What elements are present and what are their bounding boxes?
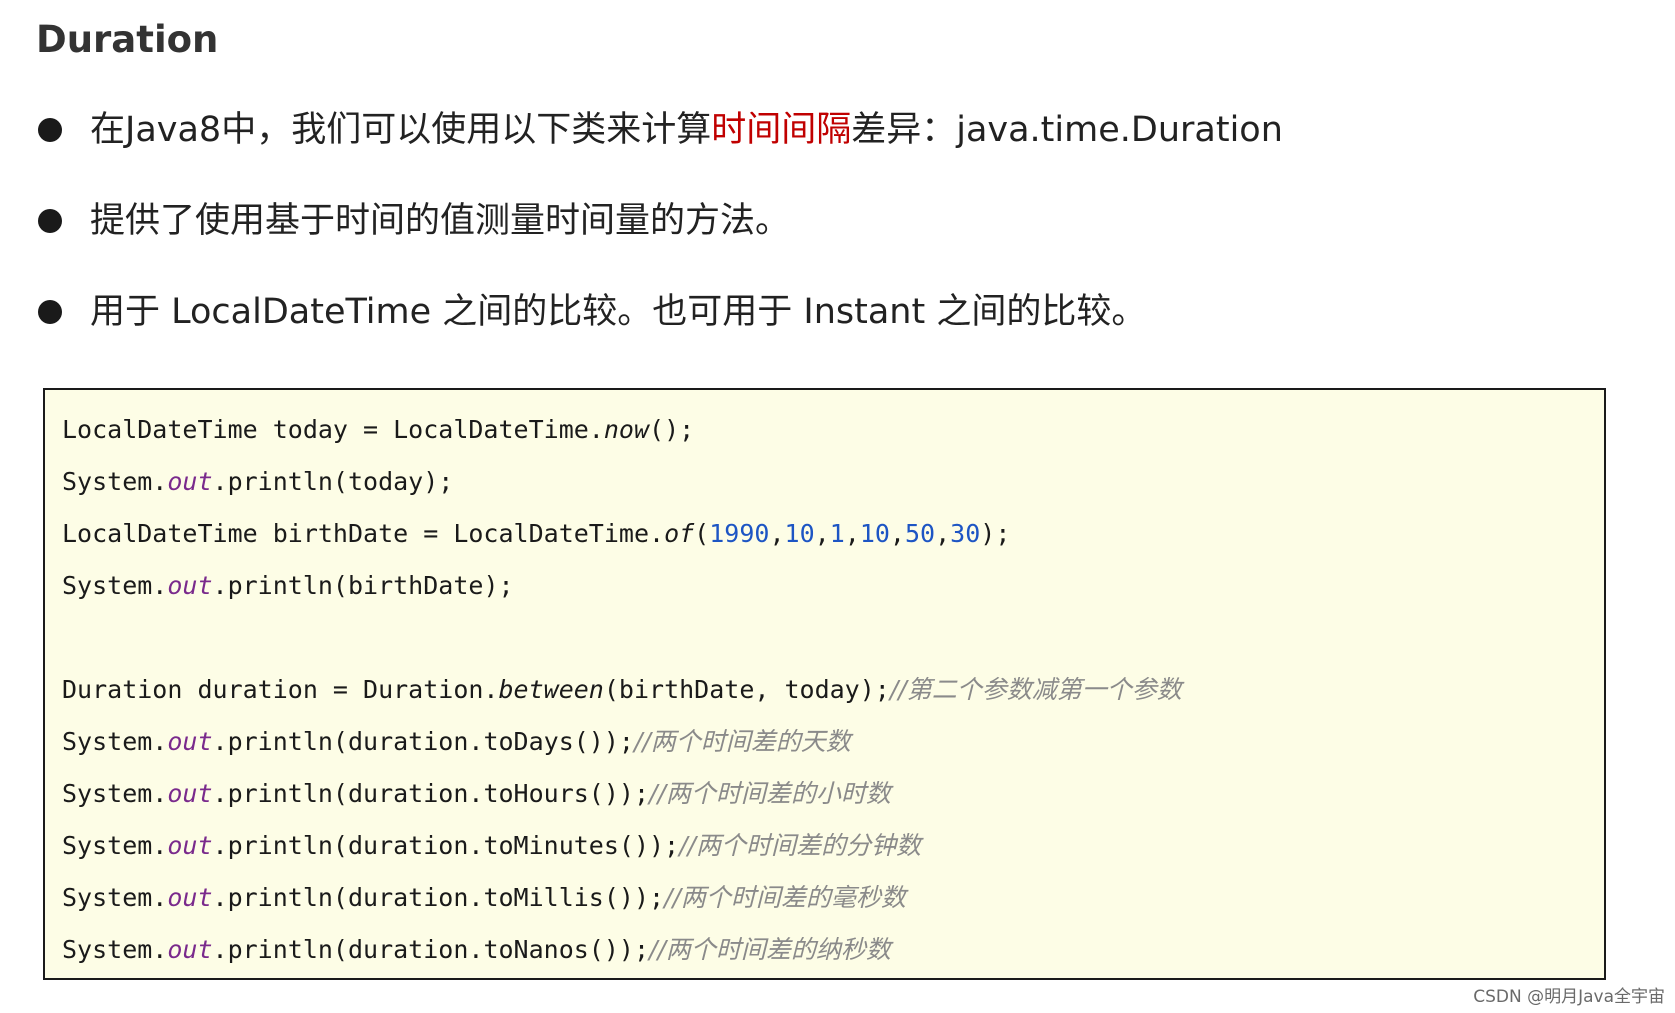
bullet-text: 用于 LocalDateTime 之间的比较。也可用于 Instant 之间的比…: [90, 292, 1147, 332]
code-text: (: [694, 519, 710, 548]
code-method: now: [603, 415, 650, 444]
code-line-10: System.out.println(duration.toMillis());…: [62, 873, 906, 923]
code-comment: //两个时间差的纳秒数: [649, 935, 891, 964]
code-block: LocalDateTime today = LocalDateTime.now(…: [43, 388, 1606, 980]
code-line-4: System.out.println(birthDate);: [62, 561, 514, 611]
code-number: 1: [829, 519, 845, 548]
code-field: out: [167, 571, 213, 600]
code-text: .println(duration.toHours());: [212, 779, 650, 808]
code-text: ();: [649, 415, 695, 444]
code-text: System.: [62, 831, 168, 860]
code-text: .println(duration.toMinutes());: [212, 831, 680, 860]
code-text: .println(duration.toNanos());: [212, 935, 650, 964]
bullet-text-after: 差异：java.time.Duration: [851, 110, 1283, 150]
code-line-1: LocalDateTime today = LocalDateTime.now(…: [62, 405, 694, 455]
bullet-dot-icon: [38, 209, 62, 233]
bullet-item-2: 提供了使用基于时间的值测量时间量的方法。: [38, 191, 790, 251]
code-method: of: [664, 519, 695, 548]
code-number: 30: [950, 519, 981, 548]
code-field: out: [167, 935, 213, 964]
code-text: );: [980, 519, 1011, 548]
code-field: out: [167, 727, 213, 756]
code-line-6: Duration duration = Duration.between(bir…: [62, 665, 1182, 715]
code-text: System.: [62, 883, 168, 912]
code-comma: ,: [769, 519, 785, 548]
code-text: .println(duration.toDays());: [212, 727, 634, 756]
code-number: 50: [904, 519, 936, 548]
code-text: LocalDateTime today = LocalDateTime.: [62, 415, 604, 444]
code-comment: //两个时间差的小时数: [649, 779, 891, 808]
code-comma: ,: [889, 519, 905, 548]
code-line-11: System.out.println(duration.toNanos());/…: [62, 925, 891, 975]
code-comment: //两个时间差的毫秒数: [664, 883, 906, 912]
code-field: out: [167, 831, 213, 860]
code-line-3: LocalDateTime birthDate = LocalDateTime.…: [62, 509, 1010, 559]
bullet-dot-icon: [38, 118, 62, 142]
bullet-text: 在Java8中，我们可以使用以下类来计算时间间隔差异：java.time.Dur…: [90, 100, 1283, 160]
code-text: (birthDate, today);: [603, 675, 890, 704]
bullet-text: 提供了使用基于时间的值测量时间量的方法。: [90, 201, 791, 241]
code-line-7: System.out.println(duration.toDays());//…: [62, 717, 851, 767]
code-text: Duration duration = Duration.: [62, 675, 499, 704]
code-text: .println(birthDate);: [212, 571, 514, 600]
code-line-2: System.out.println(today);: [62, 457, 453, 507]
code-text: System.: [62, 727, 168, 756]
code-text: .println(today);: [212, 467, 454, 496]
bullet-item-1: 在Java8中，我们可以使用以下类来计算时间间隔差异：java.time.Dur…: [38, 100, 1283, 160]
code-method: between: [498, 675, 604, 704]
bullet-item-3: 用于 LocalDateTime 之间的比较。也可用于 Instant 之间的比…: [38, 282, 1146, 342]
watermark: CSDN @明月Java全宇宙: [1473, 987, 1665, 1007]
code-field: out: [167, 883, 213, 912]
bullet-highlight: 时间间隔: [711, 110, 852, 150]
code-field: out: [167, 779, 213, 808]
page-title: Duration: [36, 18, 219, 61]
code-comment: //两个时间差的天数: [633, 727, 851, 756]
code-comment: //两个时间差的分钟数: [679, 831, 921, 860]
code-text: System.: [62, 467, 168, 496]
code-text: System.: [62, 935, 168, 964]
code-text: LocalDateTime birthDate = LocalDateTime.: [62, 519, 665, 548]
code-field: out: [167, 467, 213, 496]
code-comma: ,: [935, 519, 951, 548]
code-line-8: System.out.println(duration.toHours());/…: [62, 769, 891, 819]
code-text: System.: [62, 779, 168, 808]
code-text: System.: [62, 571, 168, 600]
code-number: 10: [784, 519, 815, 548]
bullet-text-before: 在Java8中，我们可以使用以下类来计算: [90, 110, 712, 150]
code-text: .println(duration.toMillis());: [212, 883, 665, 912]
code-number: 10: [859, 519, 890, 548]
code-comment: //第二个参数减第一个参数: [889, 675, 1182, 704]
code-line-9: System.out.println(duration.toMinutes())…: [62, 821, 921, 871]
code-comma: ,: [844, 519, 860, 548]
bullet-dot-icon: [38, 300, 62, 324]
code-comma: ,: [814, 519, 830, 548]
code-number: 1990: [709, 519, 770, 548]
